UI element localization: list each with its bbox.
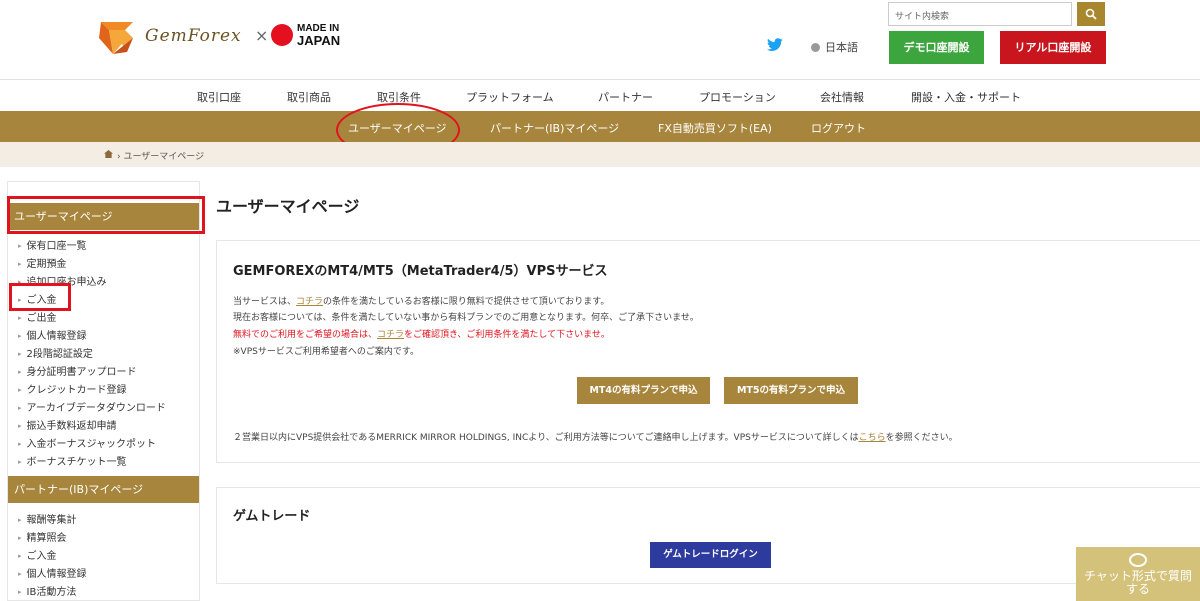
vps-details-link[interactable]: こちら [859,433,886,443]
sidebar: ユーザーマイページ ▸ 保有口座一覧 ▸ 定期預金 ▸ 追加口座お申込み ▸ ご入金 ▸… [7,181,200,601]
breadcrumb-current: › ユーザーマイページ [117,152,205,162]
sidebar-item-reward-summary[interactable]: ▸ 報酬等集計 [18,511,77,526]
language-label: 日本語 [825,42,858,54]
sidebar-item-settlement[interactable]: ▸ 精算照会 [18,529,67,544]
mt5-paid-plan-button[interactable]: MT5の有料プランで申込 [724,377,858,404]
made-in-japan: MADE IN JAPAN [297,24,341,48]
bullet-arrow-icon: ▸ [18,332,22,340]
magnifier-icon [1085,8,1097,20]
vps-line-2: 現在お客様については、条件を満たしていない事から有料プランでのご用意となります。… [233,313,699,323]
vps-title: GEMFOREXのMT4/MT5（MetaTrader4/5）VPSサービス [233,264,608,279]
home-icon[interactable] [104,150,113,158]
vps-footer-note: ２営業日以内にVPS提供会社であるMERRICK MIRROR HOLDINGS… [233,433,958,443]
nav-promotion[interactable]: プロモーション [699,89,776,105]
sidebar-item-withdrawal[interactable]: ▸ ご出金 [18,309,57,324]
sidebar-item-credit-card[interactable]: ▸ クレジットカード登録 [18,381,127,396]
sidebar-item-bonus-tickets[interactable]: ▸ ボーナスチケット一覧 [18,453,127,468]
logo-text: GemForex [145,26,242,46]
gemtrade-title: ゲムトレード [233,509,311,524]
nav-partner[interactable]: パートナー [598,89,653,105]
nav-company-info[interactable]: 会社情報 [820,89,864,105]
bullet-arrow-icon: ▸ [18,552,22,560]
sidebar-item-archive-download[interactable]: ▸ アーカイブデータダウンロード [18,399,166,414]
bullet-arrow-icon: ▸ [18,570,22,578]
bullet-arrow-icon: ▸ [18,404,22,412]
bullet-arrow-icon: ▸ [18,534,22,542]
japan-flag-icon [271,24,293,46]
sidebar-partner-header[interactable]: パートナー(IB)マイページ [8,476,199,503]
search-button[interactable] [1077,2,1105,26]
bullet-arrow-icon: ▸ [18,242,22,250]
bullet-arrow-icon: ▸ [18,386,22,394]
real-account-button[interactable]: リアル口座開設 [1000,31,1106,64]
bullet-arrow-icon: ▸ [18,350,22,358]
gemtrade-card: ゲムトレード ゲムトレードログイン [216,487,1200,584]
chat-widget-button[interactable]: チャット形式で質問 する [1076,547,1200,601]
language-selector[interactable]: 日本語 [811,39,858,55]
vps-line-1: 当サービスは、コチラの条件を満たしているお客様に限り無料で提供させて頂いておりま… [233,297,610,307]
bullet-arrow-icon: ▸ [18,588,22,596]
site-header: GemForex × MADE IN JAPAN サイト内検索 日本語 デモ口座… [0,0,1200,79]
sidebar-item-bonus-jackpot[interactable]: ▸ 入金ボーナスジャックポット [18,435,156,450]
highlight-box-deposit [9,283,71,311]
highlight-box-user-mypage [7,196,205,234]
vps-line-4: ※VPSサービスご利用希望者へのご案内です。 [233,347,419,357]
main-nav: 取引口座 取引商品 取引条件 プラットフォーム パートナー プロモーション 会社… [0,79,1200,111]
bullet-arrow-icon: ▸ [18,516,22,524]
sub-nav: ユーザーマイページ パートナー(IB)マイページ FX自動売買ソフト(EA) ロ… [0,111,1200,142]
sidebar-item-accounts[interactable]: ▸ 保有口座一覧 [18,237,87,252]
vps-card: GEMFOREXのMT4/MT5（MetaTrader4/5）VPSサービス 当… [216,240,1200,463]
bullet-arrow-icon: ▸ [18,422,22,430]
chat-bubble-icon [1129,553,1147,567]
bullet-arrow-icon: ▸ [18,440,22,448]
sidebar-item-ib-activity[interactable]: ▸ IB活動方法 [18,583,76,598]
sidebar-item-2fa[interactable]: ▸ 2段階認証設定 [18,345,93,360]
vps-line-3: 無料でのご利用をご希望の場合は、コチラをご確認頂き、ご利用条件を満たして下さいま… [233,330,610,340]
japan-label: JAPAN [297,33,341,48]
sidebar-item-id-upload[interactable]: ▸ 身分証明書アップロード [18,363,137,378]
logo-times: × [255,26,269,45]
vps-conditions-link[interactable]: コチラ [296,297,323,307]
twitter-icon[interactable] [766,38,784,52]
search-input[interactable]: サイト内検索 [888,2,1072,26]
bullet-arrow-icon: ▸ [18,368,22,376]
chat-label-line2: する [1125,582,1150,596]
nav-trading-account[interactable]: 取引口座 [197,89,241,105]
sidebar-item-partner-deposit[interactable]: ▸ ご入金 [18,547,57,562]
sidebar-item-personal-info[interactable]: ▸ 個人情報登録 [18,327,87,342]
bullet-arrow-icon: ▸ [18,458,22,466]
breadcrumb: › ユーザーマイページ [0,142,1200,167]
page-title: ユーザーマイページ [216,197,360,216]
bullet-arrow-icon: ▸ [18,260,22,268]
gemtrade-login-button[interactable]: ゲムトレードログイン [650,542,771,568]
nav-support[interactable]: 開設・入金・サポート [911,89,1021,105]
sidebar-item-fee-refund[interactable]: ▸ 振込手数料返却申請 [18,417,117,432]
gemforex-logo[interactable]: GemForex × MADE IN JAPAN [97,16,347,58]
mt4-paid-plan-button[interactable]: MT4の有料プランで申込 [577,377,710,404]
bullet-arrow-icon: ▸ [18,314,22,322]
vps-conditions-link-2[interactable]: コチラ [377,330,404,340]
demo-account-button[interactable]: デモ口座開設 [889,31,984,64]
globe-icon [811,43,820,52]
gemforex-logo-icon [99,22,133,54]
nav-trading-products[interactable]: 取引商品 [287,89,331,105]
sidebar-item-fixed-deposit[interactable]: ▸ 定期預金 [18,255,67,270]
subnav-fx-ea[interactable]: FX自動売買ソフト(EA) [658,120,772,136]
sidebar-item-partner-personal-info[interactable]: ▸ 個人情報登録 [18,565,87,580]
nav-platform[interactable]: プラットフォーム [466,89,554,105]
subnav-logout[interactable]: ログアウト [811,120,866,136]
subnav-partner-mypage[interactable]: パートナー(IB)マイページ [490,120,619,136]
